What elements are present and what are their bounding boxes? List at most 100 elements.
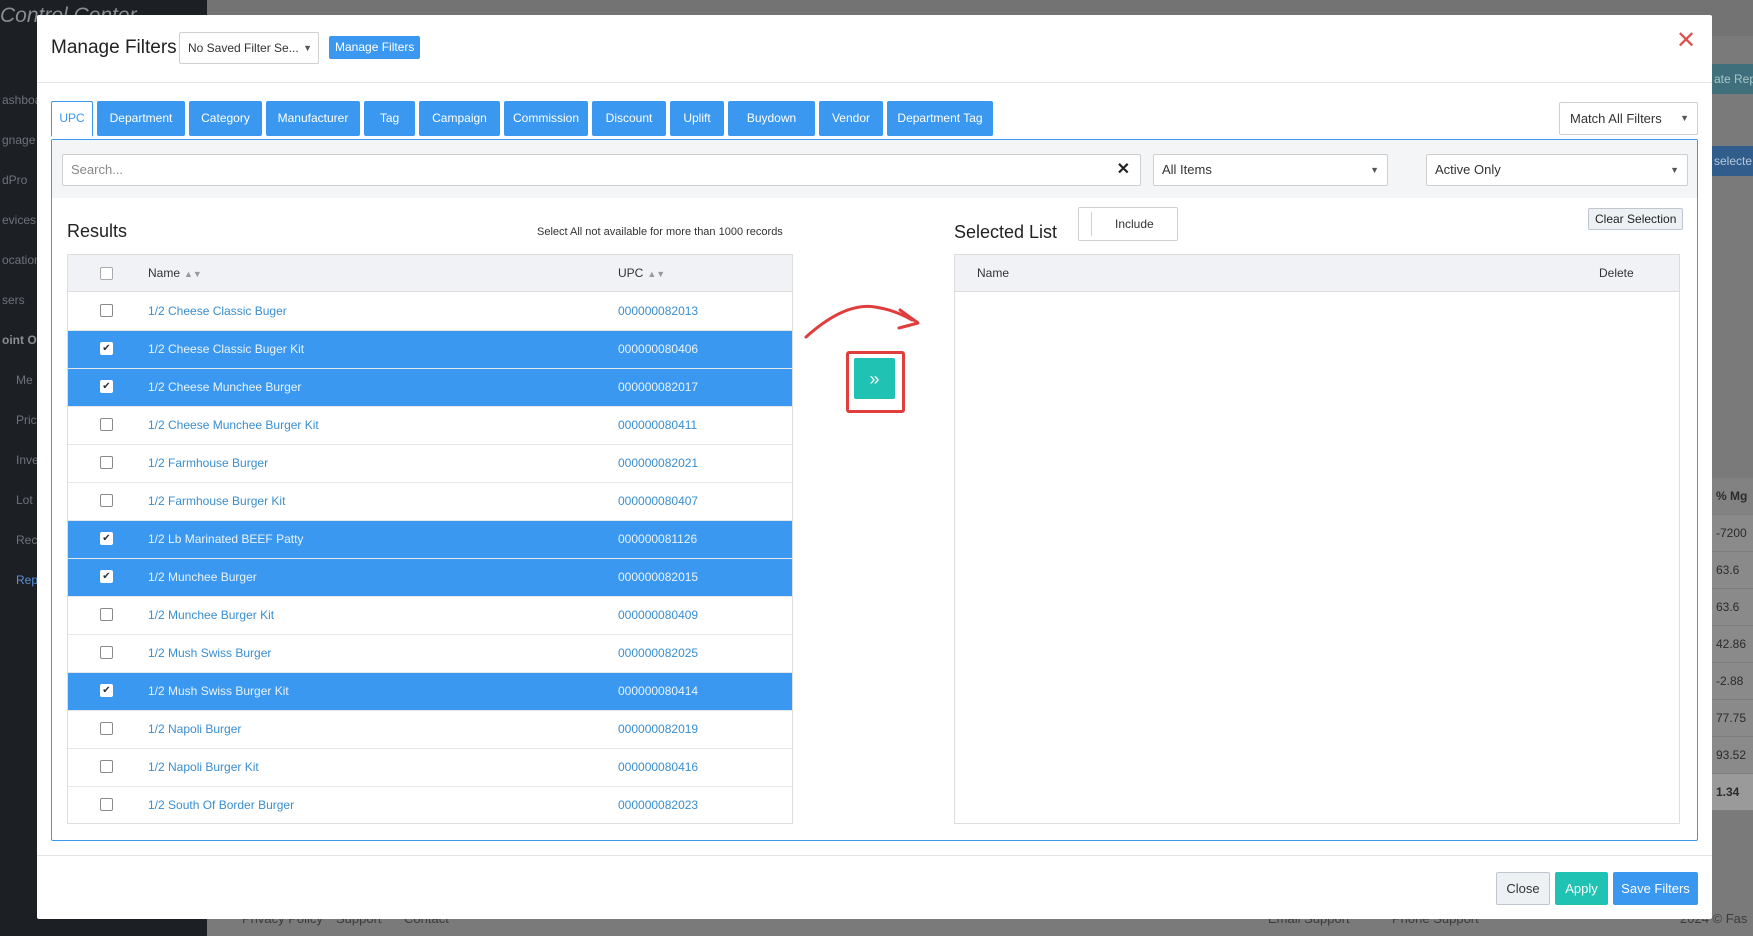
row-name-link[interactable]: 1/2 Mush Swiss Burger Kit: [148, 673, 289, 710]
include-toggle[interactable]: Include: [1078, 207, 1178, 241]
row-name-link[interactable]: 1/2 Cheese Munchee Burger: [148, 369, 301, 406]
table-row[interactable]: ✔ 1/2 Cheese Classic Buger Kit 00000008040…: [68, 331, 792, 369]
row-name-link[interactable]: 1/2 Cheese Munchee Burger Kit: [148, 407, 319, 444]
status-filter-select[interactable]: Active Only ▼: [1426, 154, 1688, 186]
row-name-link[interactable]: 1/2 Cheese Classic Buger: [148, 293, 287, 330]
checkbox[interactable]: [100, 494, 113, 507]
row-upc-link[interactable]: 000000082015: [618, 559, 698, 596]
checkbox[interactable]: [100, 304, 113, 317]
modal-header: Manage Filters No Saved Filter Se... ▼ M…: [37, 15, 1712, 83]
table-row[interactable]: 1/2 Napoli Burger 000000082019: [68, 711, 792, 749]
tab-discount[interactable]: Discount: [592, 101, 666, 136]
row-upc-link[interactable]: 000000080407: [618, 483, 698, 520]
row-upc-link[interactable]: 000000080411: [618, 407, 697, 444]
items-filter-select[interactable]: All Items ▼: [1153, 154, 1388, 186]
row-upc-link[interactable]: 000000082021: [618, 445, 698, 482]
save-filters-button[interactable]: Save Filters: [1613, 872, 1698, 905]
table-row[interactable]: 1/2 Munchee Burger Kit 000000080409: [68, 597, 792, 635]
move-to-selected-button[interactable]: »: [854, 358, 895, 399]
checkbox[interactable]: [100, 646, 113, 659]
saved-filter-select[interactable]: No Saved Filter Se... ▼: [179, 32, 319, 64]
row-name-link[interactable]: 1/2 Napoli Burger Kit: [148, 749, 259, 786]
row-name-link[interactable]: 1/2 Munchee Burger: [148, 559, 257, 596]
tab-tag[interactable]: Tag: [364, 101, 415, 136]
table-row[interactable]: 1/2 Cheese Munchee Burger Kit 00000008041…: [68, 407, 792, 445]
row-upc-link[interactable]: 000000082025: [618, 635, 698, 672]
tab-vendor[interactable]: Vendor: [819, 101, 883, 136]
table-row[interactable]: 1/2 Napoli Burger Kit 000000080416: [68, 749, 792, 787]
include-label: Include: [1115, 217, 1154, 231]
table-row[interactable]: 1/2 South Of Border Burger 000000082023: [68, 787, 792, 823]
checkbox-checked[interactable]: ✔: [100, 570, 113, 583]
table-row[interactable]: 1/2 Mush Swiss Burger 000000082025: [68, 635, 792, 673]
row-name-link[interactable]: 1/2 Farmhouse Burger: [148, 445, 268, 482]
checkbox[interactable]: [100, 798, 113, 811]
row-name-link[interactable]: 1/2 South Of Border Burger: [148, 787, 294, 823]
row-name-link[interactable]: 1/2 Mush Swiss Burger: [148, 635, 271, 672]
results-note: Select All not available for more than 1…: [537, 226, 783, 238]
clear-selection-button[interactable]: Clear Selection: [1588, 208, 1684, 230]
selected-list-table: Name Delete: [954, 254, 1680, 824]
tab-category[interactable]: Category: [189, 101, 262, 136]
tab-manufacturer[interactable]: Manufacturer: [266, 101, 360, 136]
tab-buydown[interactable]: Buydown: [728, 101, 815, 136]
tab-commission[interactable]: Commission: [504, 101, 588, 136]
table-row[interactable]: 1/2 Cheese Classic Buger 000000082013: [68, 293, 792, 331]
tab-department-tag[interactable]: Department Tag: [887, 101, 993, 136]
table-row[interactable]: 1/2 Farmhouse Burger 000000082021: [68, 445, 792, 483]
status-filter-value: Active Only: [1435, 162, 1501, 177]
tab-campaign[interactable]: Campaign: [419, 101, 500, 136]
table-row[interactable]: ✔ 1/2 Lb Marinated BEEF Patty 000000081126: [68, 521, 792, 559]
row-upc-link[interactable]: 000000082017: [618, 369, 698, 406]
row-upc-link[interactable]: 000000081126: [618, 521, 697, 558]
table-row[interactable]: ✔ 1/2 Munchee Burger 000000082015: [68, 559, 792, 597]
row-name-link[interactable]: 1/2 Cheese Classic Buger Kit: [148, 331, 304, 368]
results-title: Results: [67, 221, 128, 241]
row-upc-link[interactable]: 000000080414: [618, 673, 698, 710]
checkbox[interactable]: [100, 456, 113, 469]
close-icon[interactable]: ✕: [1674, 29, 1698, 53]
row-upc-link[interactable]: 000000080416: [618, 749, 698, 786]
manage-filters-modal: Manage Filters No Saved Filter Se... ▼ M…: [37, 15, 1712, 919]
table-row[interactable]: ✔ 1/2 Cheese Munchee Burger 000000082017: [68, 369, 792, 407]
close-button[interactable]: Close: [1496, 872, 1550, 905]
background-col-cell: 93.52: [1712, 737, 1753, 774]
row-name-link[interactable]: 1/2 Farmhouse Burger Kit: [148, 483, 285, 520]
row-upc-link[interactable]: 000000082013: [618, 293, 698, 330]
tab-uplift[interactable]: Uplift: [670, 101, 724, 136]
sort-icon: ▲▼: [184, 269, 202, 279]
upc-column-header[interactable]: UPC ▲▼: [618, 255, 665, 293]
checkbox-checked[interactable]: ✔: [100, 342, 113, 355]
apply-button[interactable]: Apply: [1555, 872, 1608, 905]
row-name-link[interactable]: 1/2 Munchee Burger Kit: [148, 597, 274, 634]
row-upc-link[interactable]: 000000082019: [618, 711, 698, 748]
row-upc-link[interactable]: 000000080406: [618, 331, 698, 368]
tab-department[interactable]: Department: [97, 101, 185, 136]
caret-down-icon: ▼: [1670, 165, 1679, 175]
row-name-link[interactable]: 1/2 Napoli Burger: [148, 711, 241, 748]
name-column-header[interactable]: Name ▲▼: [148, 255, 202, 293]
row-upc-link[interactable]: 000000080409: [618, 597, 698, 634]
caret-down-icon: ▼: [1370, 165, 1379, 175]
background-col-header: % Mg: [1712, 478, 1753, 515]
checkbox[interactable]: [100, 418, 113, 431]
select-all-checkbox[interactable]: [100, 267, 113, 280]
table-row[interactable]: ✔ 1/2 Mush Swiss Burger Kit 000000080414: [68, 673, 792, 711]
checkbox[interactable]: [100, 608, 113, 621]
row-upc-link[interactable]: 000000082023: [618, 787, 698, 823]
checkbox[interactable]: [100, 760, 113, 773]
checkbox-checked[interactable]: ✔: [100, 532, 113, 545]
tab-upc[interactable]: UPC: [51, 101, 93, 137]
checkbox[interactable]: [100, 722, 113, 735]
background-col-cell: 42.86: [1712, 626, 1753, 663]
table-row[interactable]: 1/2 Farmhouse Burger Kit 000000080407: [68, 483, 792, 521]
clear-search-icon[interactable]: ✕: [1117, 155, 1130, 185]
background-col-cell: -7200: [1712, 515, 1753, 552]
row-name-link[interactable]: 1/2 Lb Marinated BEEF Patty: [148, 521, 303, 558]
items-filter-value: All Items: [1162, 162, 1212, 177]
match-mode-select[interactable]: Match All Filters ▼: [1559, 102, 1698, 135]
manage-filters-button[interactable]: Manage Filters: [329, 36, 421, 59]
checkbox-checked[interactable]: ✔: [100, 684, 113, 697]
search-input[interactable]: Search... ✕: [62, 154, 1141, 186]
checkbox-checked[interactable]: ✔: [100, 380, 113, 393]
